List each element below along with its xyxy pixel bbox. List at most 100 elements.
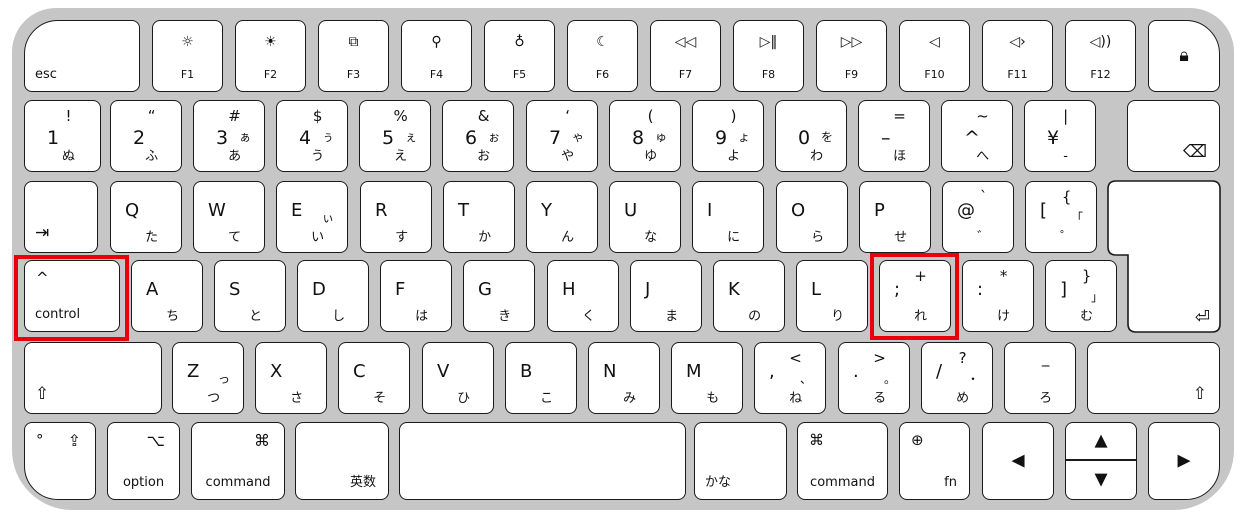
key-m[interactable]: Mも: [671, 342, 743, 414]
key-tab[interactable]: ⇥: [24, 181, 98, 253]
delete-icon: ⌫: [1182, 142, 1207, 162]
key-shift-left[interactable]: ⇧: [24, 342, 162, 414]
key-space[interactable]: [399, 422, 686, 500]
key-yen[interactable]: ¥ | -: [1024, 100, 1096, 172]
key-caps-lock[interactable]: ° ⇪: [24, 422, 96, 500]
key-u[interactable]: Uな: [609, 181, 681, 253]
key-1[interactable]: 1! ぬ: [24, 100, 101, 172]
key-5[interactable]: 5% ぇえ: [359, 100, 431, 172]
microphone-icon: ♁: [514, 34, 525, 50]
key-label-main: .: [853, 361, 859, 382]
key-g[interactable]: Gき: [463, 260, 535, 332]
key-2[interactable]: 2 “ ふ: [110, 100, 182, 172]
key-f8[interactable]: F8 ▷‖: [733, 20, 804, 92]
play-pause-icon: ▷‖: [759, 34, 778, 50]
key-label-right: 。: [883, 372, 896, 386]
key-label-right: 、: [799, 372, 812, 386]
key-f10[interactable]: F10 ◁: [899, 20, 970, 92]
key-period[interactable]: . > 。る: [838, 342, 910, 414]
moon-icon: ☾: [596, 34, 609, 50]
key-f7[interactable]: F7 ◁◁: [650, 20, 721, 92]
key-comma[interactable]: , < 、ね: [754, 342, 826, 414]
key-x[interactable]: Xさ: [255, 342, 327, 414]
key-label-bottom: に: [727, 230, 741, 245]
key-f11[interactable]: F11 ◁›: [982, 20, 1053, 92]
key-7[interactable]: 7 ‘ゃや: [526, 100, 598, 172]
mute-icon: ◁: [929, 34, 940, 50]
key-b[interactable]: Bこ: [505, 342, 577, 414]
key-at[interactable]: @ ` ゛: [942, 181, 1014, 253]
volume-down-icon: ◁›: [1009, 34, 1026, 50]
key-f9[interactable]: F9 ▷▷: [816, 20, 887, 92]
key-q[interactable]: Qた: [110, 181, 182, 253]
arrow-left-icon: ◀: [1011, 450, 1025, 471]
key-s[interactable]: Sと: [214, 260, 286, 332]
key-f5[interactable]: F5 ♁: [484, 20, 555, 92]
key-6[interactable]: 6 & ぉお: [442, 100, 514, 172]
key-underscore[interactable]: _ ろ: [1004, 342, 1076, 414]
key-eisu[interactable]: 英数: [295, 422, 389, 500]
key-3[interactable]: 3 # ぁあ: [193, 100, 265, 172]
key-label-br: fn: [944, 475, 957, 490]
key-4[interactable]: 4 $ ぅう: [276, 100, 348, 172]
key-e[interactable]: E ぃい: [276, 181, 348, 253]
key-return[interactable]: ⏎: [1106, 179, 1246, 339]
key-kana[interactable]: かな: [694, 422, 787, 500]
key-y[interactable]: Yん: [526, 181, 598, 253]
key-c[interactable]: Cそ: [338, 342, 410, 414]
key-arrow-left[interactable]: ◀: [982, 422, 1054, 500]
key-slash[interactable]: /? ・め: [921, 342, 993, 414]
key-h[interactable]: Hく: [547, 260, 619, 332]
key-label-main: H: [562, 279, 576, 300]
key-t[interactable]: Tか: [443, 181, 515, 253]
key-colon[interactable]: : * け: [962, 260, 1034, 332]
key-label-right: ・: [966, 372, 979, 386]
key-label: F2: [263, 68, 278, 81]
key-label-bl: esc: [35, 67, 57, 82]
key-lock[interactable]: 🔒︎: [1148, 20, 1220, 92]
key-delete[interactable]: ⌫: [1127, 100, 1220, 172]
key-n[interactable]: Nみ: [588, 342, 660, 414]
key-minus[interactable]: – = ほ: [858, 100, 930, 172]
key-8[interactable]: 8(ゅゆ: [609, 100, 681, 172]
key-i[interactable]: Iに: [692, 181, 764, 253]
key-f12[interactable]: F12 ◁)): [1065, 20, 1136, 92]
key-f2[interactable]: F2 ☀: [235, 20, 306, 92]
key-arrow-right[interactable]: ▶: [1148, 422, 1220, 500]
key-r[interactable]: Rす: [360, 181, 432, 253]
key-bracket-left[interactable]: [{「゜: [1025, 181, 1097, 253]
key-d[interactable]: Dし: [297, 260, 369, 332]
key-z[interactable]: Z っつ: [172, 342, 244, 414]
key-label-right: ゅ: [654, 130, 667, 144]
key-k[interactable]: Kの: [713, 260, 785, 332]
key-esc[interactable]: esc: [24, 20, 140, 92]
key-option[interactable]: option ⌥: [107, 422, 180, 500]
key-label-bc: command: [810, 475, 875, 490]
key-a[interactable]: Aち: [131, 260, 203, 332]
globe-icon: ⊕: [911, 431, 924, 449]
key-label-bottom: う: [311, 149, 325, 164]
key-label-bottom: -: [1063, 149, 1068, 164]
key-f1[interactable]: F1 ☼: [152, 20, 223, 92]
key-f4[interactable]: F4 ⚲: [401, 20, 472, 92]
key-fn[interactable]: fn ⊕: [899, 422, 970, 500]
key-command-right[interactable]: command ⌘: [797, 422, 888, 500]
key-v[interactable]: Vひ: [422, 342, 494, 414]
key-label: F9: [844, 68, 859, 81]
key-f[interactable]: Fは: [380, 260, 452, 332]
key-j[interactable]: Jま: [630, 260, 702, 332]
key-arrow-down[interactable]: ▼: [1065, 460, 1137, 500]
key-caret[interactable]: ^ ~ へ: [941, 100, 1013, 172]
key-shift-right[interactable]: ⇧: [1087, 342, 1220, 414]
key-arrow-up[interactable]: ▲: [1065, 422, 1137, 460]
key-o[interactable]: Oら: [776, 181, 848, 253]
key-command-left[interactable]: command ⌘: [191, 422, 285, 500]
key-l[interactable]: Lり: [796, 260, 868, 332]
key-9[interactable]: 9) ょよ: [692, 100, 764, 172]
key-f3[interactable]: F3 ⧉: [318, 20, 389, 92]
key-label-main: L: [811, 279, 822, 300]
key-0[interactable]: 0をわ: [775, 100, 847, 172]
key-p[interactable]: Pせ: [859, 181, 931, 253]
key-w[interactable]: Wて: [193, 181, 265, 253]
key-f6[interactable]: F6 ☾: [567, 20, 638, 92]
